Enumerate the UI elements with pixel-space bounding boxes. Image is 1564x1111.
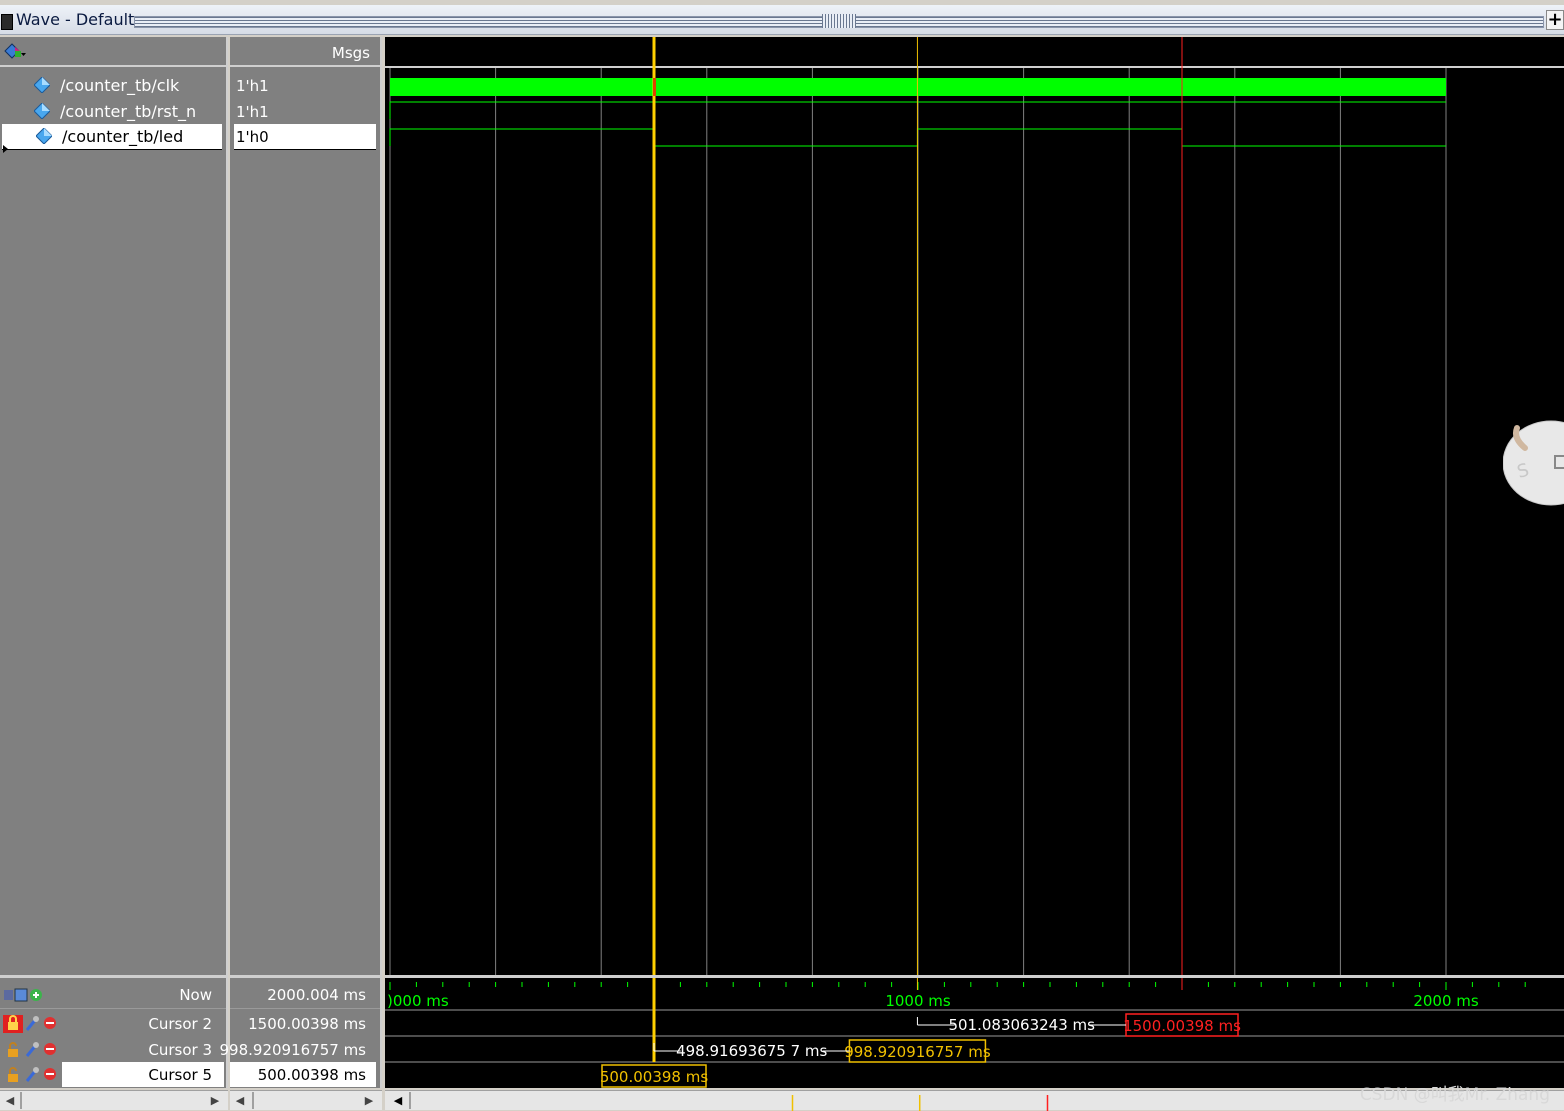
cursor-toolbar-icons[interactable] [3, 986, 61, 1004]
cursor-value-now: 2000.004 ms [267, 986, 366, 1004]
clk-waveform [390, 78, 1447, 96]
signal-diamond-icon [36, 128, 52, 144]
scroll-thumb[interactable] [20, 1092, 22, 1109]
window-title: Wave - Default [16, 10, 135, 29]
signal-row-led[interactable]: /counter_tb/led [2, 124, 222, 149]
cursor-values-pane[interactable]: 2000.004 ms 1500.00398 ms 998.920916757 … [219, 975, 382, 1088]
cursor-timeline-pane[interactable]: )000 ms 1000 ms 2000 ms 1500.00398 ms 998.92… [385, 975, 1564, 1088]
insert-marker-icon [3, 145, 8, 153]
titlebar-grip-handle[interactable] [822, 14, 856, 28]
cursor-lock-icons[interactable] [3, 1066, 61, 1084]
cursor-row-3[interactable]: Cursor 3 [0, 1037, 226, 1062]
msgs-header-label: Msgs [331, 44, 370, 62]
delta-label: 498.91693675 7 ms [676, 1042, 827, 1060]
insert-marker-line [2, 149, 222, 150]
signal-name: /counter_tb/led [62, 127, 184, 146]
cursor-value-3: 998.920916757 ms [219, 1041, 366, 1059]
wave-header-separator [385, 66, 1564, 68]
cursor-names-pane[interactable]: Now Cursor 2 Cursor 3 Cursor 5 [0, 975, 228, 1088]
cursor-value-5: 500.00398 ms [230, 1062, 380, 1087]
delta-label: 501.083063243 ms [948, 1016, 1095, 1034]
value-row-underline [234, 149, 376, 150]
signal-row-clk[interactable]: /counter_tb/clk [0, 73, 226, 98]
timeline-tick-label: 1000 ms [885, 992, 951, 1010]
cursor-name: Cursor 2 [148, 1015, 212, 1033]
scroll-right-icon[interactable]: ▶ [362, 1093, 376, 1108]
cursor-name: Now [179, 986, 212, 1004]
cursor-row-divider [0, 1008, 226, 1009]
window-titlebar[interactable]: Wave - Default + [0, 5, 1564, 35]
cursor-row-2[interactable]: Cursor 2 [0, 1011, 226, 1036]
cursor-label: 998.920916757 ms [844, 1043, 991, 1061]
values-horizontal-scrollbar[interactable]: ◀ ▶ [230, 1090, 382, 1110]
cursor-value-2: 1500.00398 ms [248, 1015, 366, 1033]
cursor-label: 1500.00398 ms [1123, 1017, 1241, 1035]
window-icon [1, 14, 13, 30]
names-header [0, 37, 226, 67]
timeline-tick-label: 2000 ms [1413, 992, 1479, 1010]
cursor-label: 500.00398 ms [600, 1068, 708, 1086]
add-signal-dropdown-icon[interactable] [4, 43, 26, 61]
signal-row-rst-n[interactable]: /counter_tb/rst_n [0, 99, 226, 124]
scroll-right-icon[interactable]: ▶ [208, 1093, 222, 1108]
signal-names-pane[interactable]: /counter_tb/clk /counter_tb/rst_n /count… [0, 37, 228, 975]
cursor-row-divider [230, 1008, 380, 1009]
timeline-canvas[interactable]: )000 ms 1000 ms 2000 ms 1500.00398 ms 998.92… [385, 978, 1564, 1088]
msgs-header: Msgs [230, 37, 380, 67]
cursor-signal-marker [653, 78, 657, 96]
cursor-name: Cursor 3 [148, 1041, 212, 1059]
signal-name: /counter_tb/clk [60, 76, 180, 95]
maximize-button[interactable]: + [1546, 10, 1564, 30]
scroll-left-icon[interactable]: ◀ [233, 1093, 247, 1108]
waveform-canvas[interactable] [385, 37, 1564, 975]
floating-assistant-icon[interactable]: S [1503, 420, 1564, 506]
cursor-name: Cursor 5 [148, 1066, 212, 1084]
signal-diamond-icon [34, 77, 50, 93]
cursor-row-now[interactable]: Now [0, 982, 226, 1007]
signal-values-pane[interactable]: Msgs 1'h1 1'h1 1'h0 [230, 37, 382, 975]
signal-value-led: 1'h0 [234, 124, 376, 149]
timeline-tick-label: )000 ms [387, 992, 449, 1010]
watermark-text: CSDN @叫我Mr. Zhang [1359, 1085, 1550, 1105]
scroll-left-icon[interactable]: ◀ [3, 1093, 17, 1108]
wave-window[interactable] [385, 37, 1564, 975]
scroll-thumb[interactable] [252, 1092, 254, 1109]
cursor-lock-icons[interactable] [3, 1015, 61, 1033]
cursor-lock-icons[interactable] [3, 1041, 61, 1059]
signal-name: /counter_tb/rst_n [60, 102, 197, 121]
names-horizontal-scrollbar[interactable]: ◀ ▶ [0, 1090, 228, 1110]
cursor-row-5[interactable]: Cursor 5 [0, 1062, 226, 1087]
signal-diamond-icon [34, 103, 50, 119]
